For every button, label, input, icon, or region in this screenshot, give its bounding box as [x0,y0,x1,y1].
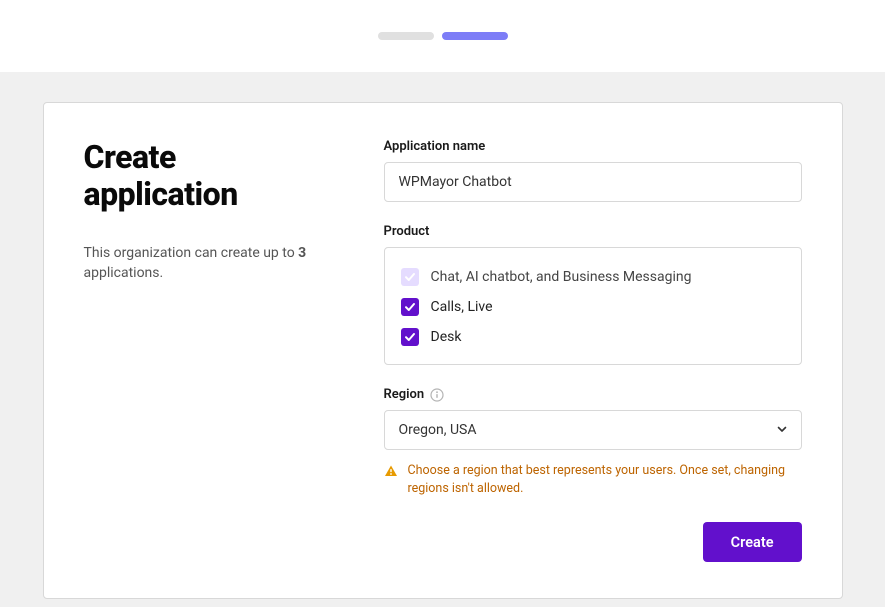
subtext-count: 3 [298,245,306,261]
page-title: Create application [84,139,344,213]
quota-subtext: This organization can create up to 3 app… [84,243,344,284]
checkbox-icon [401,298,419,316]
product-option-chat: Chat, AI chatbot, and Business Messaging [401,262,785,292]
region-warning-row: Choose a region that best represents you… [384,462,802,498]
subtext-suffix: applications. [84,265,164,281]
subtext-prefix: This organization can create up to [84,245,299,261]
product-label: Product [384,224,802,239]
product-field-group: Product Chat, AI chatbot, and Business M… [384,224,802,365]
region-field-group: Region Oregon, USA [384,387,802,498]
form-column: Application name Product Chat, AI chatbo… [384,139,802,562]
progress-indicator [0,0,885,72]
region-label-text: Region [384,387,425,402]
progress-step-1 [378,32,434,40]
left-column: Create application This organization can… [84,139,344,562]
product-options-box: Chat, AI chatbot, and Business Messaging… [384,247,802,365]
product-option-desk[interactable]: Desk [401,322,785,352]
product-option-label: Calls, Live [431,299,493,315]
region-warning-text: Choose a region that best represents you… [408,462,802,498]
product-option-label: Chat, AI chatbot, and Business Messaging [431,269,692,285]
warning-icon [384,463,398,498]
app-name-label: Application name [384,139,802,154]
product-option-calls[interactable]: Calls, Live [401,292,785,322]
region-select-wrap: Oregon, USA [384,410,802,450]
checkbox-icon [401,268,419,286]
product-option-label: Desk [431,329,462,345]
title-line-2: application [84,175,238,213]
create-button[interactable]: Create [703,522,802,562]
region-select[interactable]: Oregon, USA [384,410,802,450]
button-row: Create [384,522,802,562]
app-name-input[interactable] [384,162,802,202]
app-name-field-group: Application name [384,139,802,202]
checkbox-icon [401,328,419,346]
create-application-card: Create application This organization can… [43,102,843,599]
progress-step-2 [442,32,508,40]
info-icon[interactable] [430,388,444,402]
region-label: Region [384,387,802,402]
main-container: Create application This organization can… [0,72,885,607]
title-line-1: Create [84,138,176,176]
